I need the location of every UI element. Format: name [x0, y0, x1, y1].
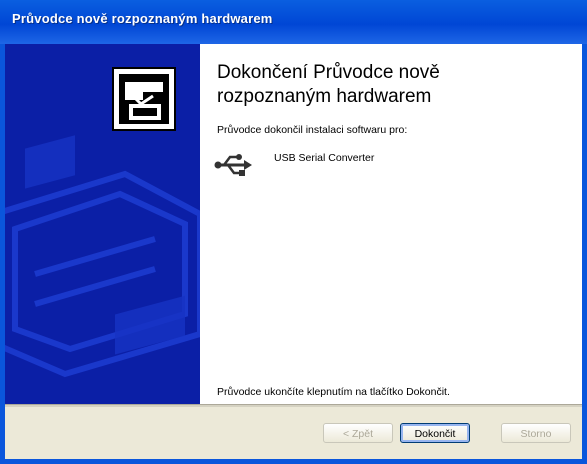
intro-text: Průvodce dokončil instalaci softwaru pro…	[217, 124, 408, 136]
wizard-sidebar	[5, 44, 200, 404]
usb-icon	[214, 154, 252, 176]
wizard-content: Dokončení Průvodce nově rozpoznaným hard…	[200, 44, 582, 404]
button-bar: < Zpět Dokončit Storno	[5, 407, 582, 459]
finish-hint: Průvodce ukončíte klepnutím na tlačítko …	[217, 386, 450, 398]
window-title: Průvodce nově rozpoznaným hardwarem	[12, 11, 273, 26]
window-frame-right	[582, 44, 587, 464]
title-bar[interactable]: Průvodce nově rozpoznaným hardwarem	[0, 0, 587, 44]
device-name: USB Serial Converter	[274, 152, 375, 164]
finish-button[interactable]: Dokončit	[400, 423, 470, 443]
hardware-illustration-icon	[5, 44, 200, 404]
wizard-window: Průvodce nově rozpoznaným hardwarem Doko…	[0, 0, 587, 464]
cancel-button[interactable]: Storno	[501, 423, 571, 443]
back-button[interactable]: < Zpět	[323, 423, 393, 443]
window-frame-bottom	[0, 459, 587, 464]
wizard-heading: Dokončení Průvodce nově rozpoznaným hard…	[217, 62, 440, 107]
